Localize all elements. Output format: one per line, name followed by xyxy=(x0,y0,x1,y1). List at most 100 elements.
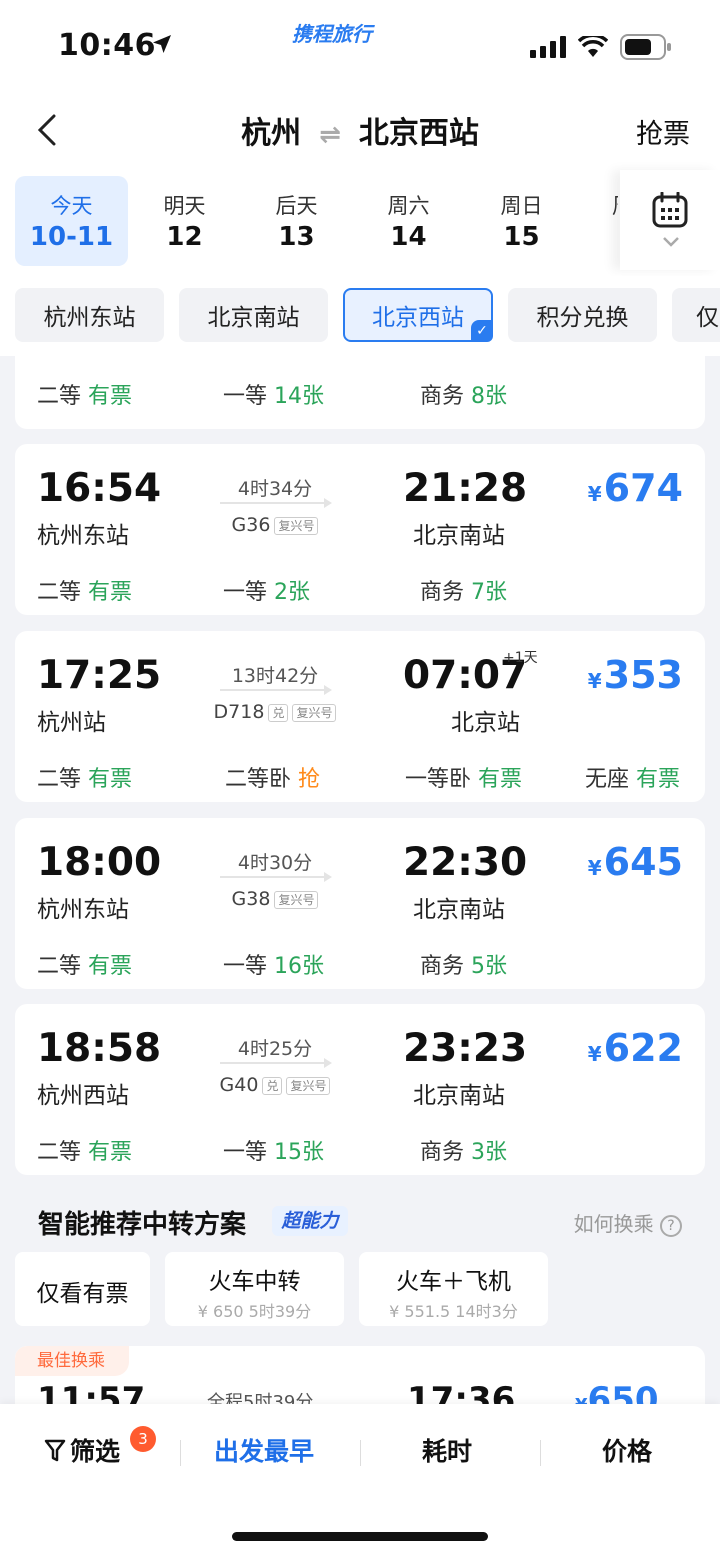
date-number: 12 xyxy=(166,222,203,252)
date-weekday: 明天 xyxy=(163,194,206,218)
chip-beijing-west[interactable]: 北京西站 ✓ xyxy=(343,288,493,342)
only-available-toggle[interactable]: 仅看有票 xyxy=(15,1252,150,1326)
date-item-partial[interactable]: 周 xyxy=(578,176,618,266)
swap-icon[interactable]: ⇌ xyxy=(319,120,341,150)
status-time: 10:46 xyxy=(58,28,156,63)
duration: 4时25分 xyxy=(237,1038,313,1060)
home-indicator[interactable] xyxy=(232,1532,488,1541)
grab-ticket-button[interactable]: 抢票 xyxy=(636,112,690,151)
duration-arrow xyxy=(220,1058,332,1068)
date-number: 13 xyxy=(278,222,315,252)
seat-info: 二等 有票 xyxy=(37,1140,133,1165)
best-transfer-tag: 最佳换乘 xyxy=(15,1346,129,1376)
help-icon: ? xyxy=(660,1214,682,1237)
train-number: G38 复兴号 xyxy=(185,888,365,910)
duration-arrow xyxy=(220,872,332,882)
fuxing-tag: 复兴号 xyxy=(274,516,319,535)
date-weekday: 后天 xyxy=(275,194,318,218)
departure-time: 18:00 xyxy=(37,840,162,885)
system-icons xyxy=(530,34,672,60)
departure-station: 杭州东站 xyxy=(37,523,129,549)
date-item-day-after[interactable]: 后天 13 xyxy=(240,176,353,266)
status-bar: 10:46 携程旅行 xyxy=(0,0,720,90)
filter-count-badge: 3 xyxy=(130,1426,156,1452)
seat-info: 一等 16张 xyxy=(223,954,325,979)
date-number: 10-11 xyxy=(29,222,114,252)
seat-info: 二等 有票 xyxy=(37,580,133,605)
location-arrow-icon xyxy=(153,35,171,53)
date-weekday: 周 xyxy=(578,190,618,220)
seat-info: 一等卧 有票 xyxy=(405,767,523,792)
train-plane-option[interactable]: 火车＋飞机 ¥ 551.5 14时3分 xyxy=(359,1252,548,1326)
date-weekday: 今天 xyxy=(50,194,93,218)
train-card-partial[interactable]: 二等 有票 一等 14张 商务 8张 xyxy=(15,356,705,429)
seat-info: 二等 有票 xyxy=(37,954,133,979)
date-selector: 今天 10-11 明天 12 后天 13 周六 14 周日 15 周 xyxy=(0,170,720,276)
option-label: 火车＋飞机 xyxy=(396,1269,511,1295)
chip-partial[interactable]: 仅 xyxy=(672,288,720,342)
departure-station: 杭州站 xyxy=(37,710,106,736)
seat-info: 无座 有票 xyxy=(585,767,681,792)
departure-station: 杭州东站 xyxy=(37,897,129,923)
how-to-transfer-link[interactable]: 如何换乘 ? xyxy=(574,1208,682,1237)
departure-time: 17:25 xyxy=(37,653,162,698)
exchange-tag: 兑 xyxy=(262,1076,283,1095)
calendar-button[interactable] xyxy=(620,170,720,270)
train-card[interactable]: 16:54 杭州东站 4时34分 G36 复兴号 21:28 北京南站 ¥674 … xyxy=(15,444,705,615)
train-card[interactable]: 18:58 杭州西站 4时25分 G40 兑复兴号 23:23 北京南站 ¥622… xyxy=(15,1004,705,1175)
duration: 4时30分 xyxy=(237,852,313,874)
station-filter-bar: 杭州东站 北京南站 北京西站 ✓ 积分兑换 仅 xyxy=(0,276,720,356)
date-weekday: 周日 xyxy=(500,194,543,218)
super-power-badge: 超能力 xyxy=(272,1206,348,1236)
date-item-sunday[interactable]: 周日 15 xyxy=(465,176,578,266)
duration-arrow xyxy=(220,685,332,695)
route-title[interactable]: 杭州 ⇌ 北京西站 xyxy=(0,108,720,152)
date-item-saturday[interactable]: 周六 14 xyxy=(352,176,465,266)
train-card[interactable]: 17:25 杭州站 13时42分 D718 兑复兴号 07:07 +1天 北京站 … xyxy=(15,631,705,802)
seat-info: 二等 有票 xyxy=(37,384,133,409)
sort-price-tab[interactable]: 价格 xyxy=(602,1432,652,1468)
date-number: 14 xyxy=(390,222,427,252)
option-sub: ¥ 551.5 14时3分 xyxy=(389,1302,518,1321)
date-weekday: 周六 xyxy=(387,194,430,218)
fuxing-tag: 复兴号 xyxy=(274,890,319,909)
train-number: G40 兑复兴号 xyxy=(185,1074,365,1096)
divider xyxy=(540,1440,541,1466)
date-item-today[interactable]: 今天 10-11 xyxy=(15,176,128,266)
sort-duration-tab[interactable]: 耗时 xyxy=(422,1432,472,1468)
divider xyxy=(180,1440,181,1466)
filter-button[interactable]: 筛选 xyxy=(44,1432,120,1468)
duration: 4时34分 xyxy=(237,478,313,500)
chip-beijing-south[interactable]: 北京南站 xyxy=(179,288,328,342)
option-label: 火车中转 xyxy=(208,1269,301,1295)
seat-info: 一等 14张 xyxy=(223,384,325,409)
battery-icon xyxy=(620,34,671,60)
chip-hangzhou-east[interactable]: 杭州东站 xyxy=(15,288,164,342)
chip-points-exchange[interactable]: 积分兑换 xyxy=(508,288,657,342)
arrival-station: 北京南站 xyxy=(413,523,505,549)
price: ¥645 xyxy=(587,840,683,884)
chip-label: 北京西站 xyxy=(372,305,464,331)
train-card[interactable]: 18:00 杭州东站 4时30分 G38 复兴号 22:30 北京南站 ¥645 … xyxy=(15,818,705,989)
seat-info: 一等 15张 xyxy=(223,1140,325,1165)
transfer-section-title: 智能推荐中转方案 xyxy=(38,1210,247,1240)
train-transfer-option[interactable]: 火车中转 ¥ 650 5时39分 xyxy=(165,1252,344,1326)
date-item-tomorrow[interactable]: 明天 12 xyxy=(128,176,241,266)
calendar-icon xyxy=(652,192,688,228)
sort-earliest-tab[interactable]: 出发最早 xyxy=(214,1432,314,1468)
arrival-time: 21:28 xyxy=(403,466,528,511)
date-number: 15 xyxy=(503,222,540,252)
arrival-time: 23:23 xyxy=(403,1026,528,1071)
train-number: D718 兑复兴号 xyxy=(185,701,365,723)
arrival-station: 北京南站 xyxy=(413,897,505,923)
seat-info: 二等卧 抢 xyxy=(225,767,321,792)
seat-info: 商务 8张 xyxy=(420,384,508,409)
option-label: 仅看有票 xyxy=(36,1281,129,1307)
duration: 13时42分 xyxy=(231,665,319,687)
seat-info: 商务 7张 xyxy=(420,580,508,605)
wifi-icon xyxy=(578,36,608,57)
fuxing-tag: 复兴号 xyxy=(286,1076,331,1095)
price: ¥353 xyxy=(587,653,683,697)
seat-info: 商务 5张 xyxy=(420,954,508,979)
price: ¥622 xyxy=(587,1026,683,1070)
